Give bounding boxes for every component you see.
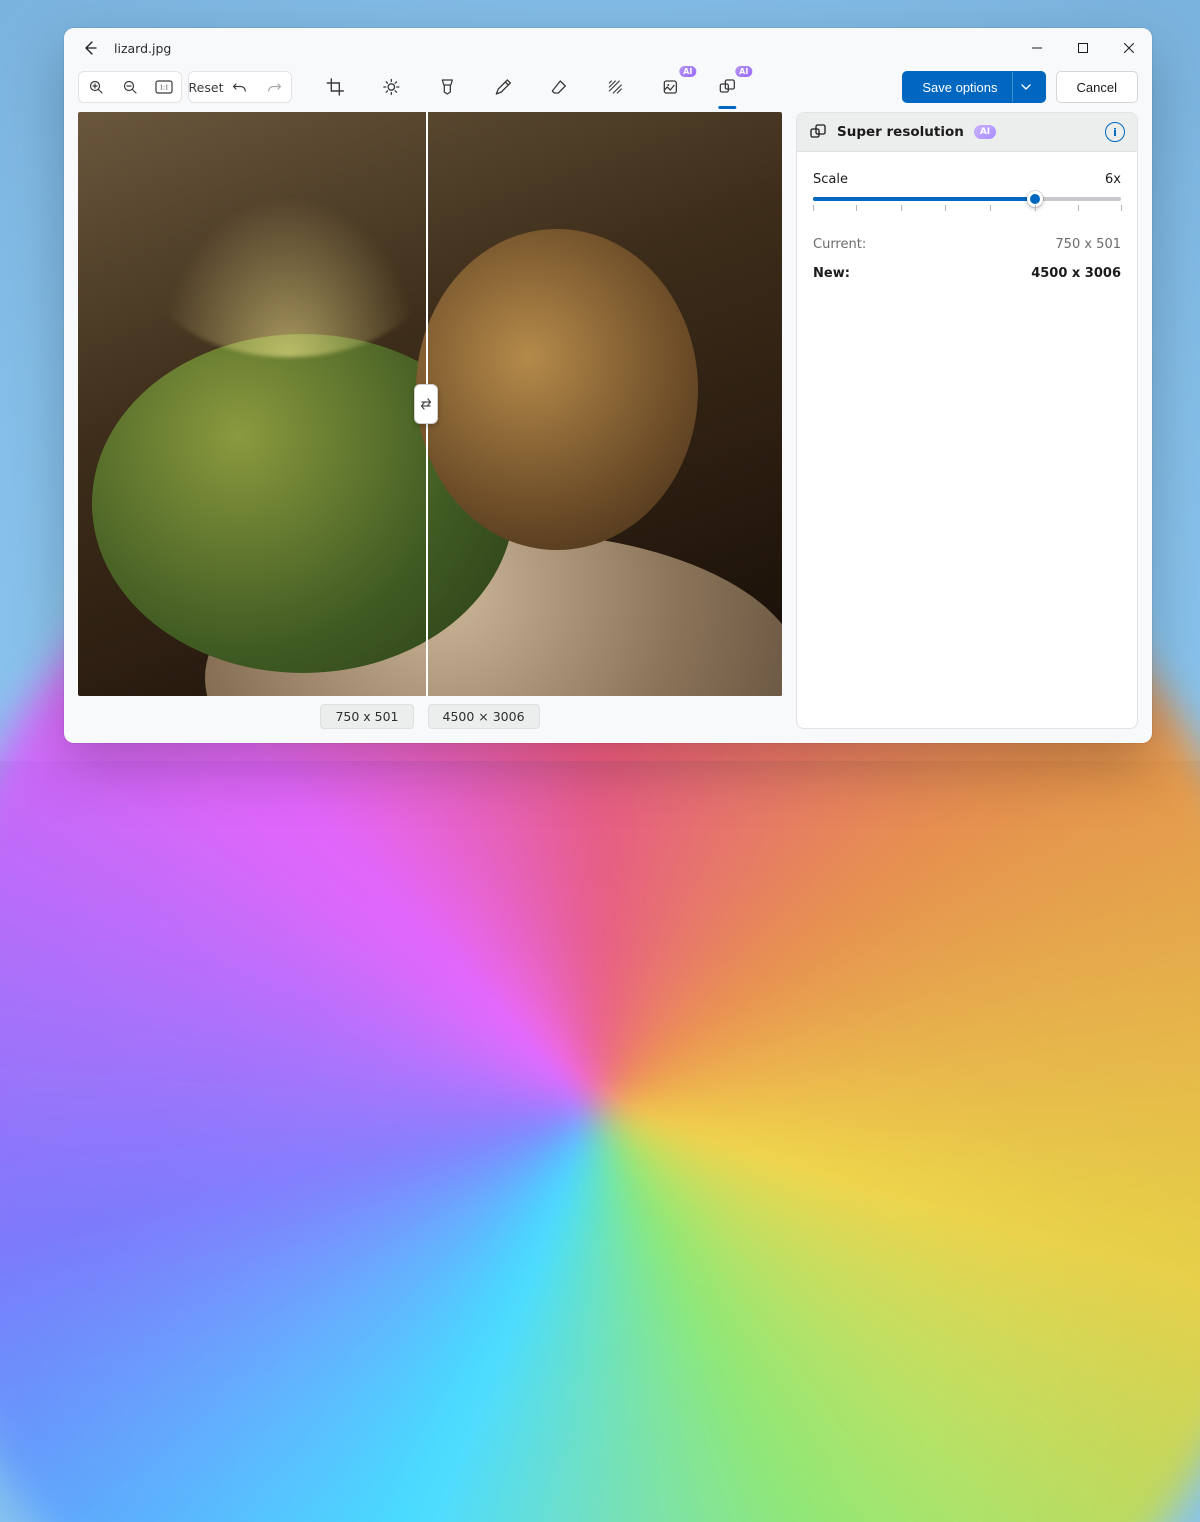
current-row: Current: 750 x 501 [813,237,1121,252]
scale-row: Scale 6x [813,172,1121,187]
fit-button[interactable]: 1:1 [147,72,181,102]
adjust-tool[interactable] [374,70,408,104]
toolbar-right-actions: Save options Cancel [902,71,1138,103]
toolbar: 1:1 Reset AI AI Save options [64,68,1152,112]
zoom-out-button[interactable] [113,72,147,102]
current-label: Current: [813,237,866,252]
save-options-button[interactable]: Save options [902,71,1045,103]
photos-editor-window: lizard.jpg 1:1 Reset AI [64,28,1152,743]
title-filename: lizard.jpg [114,41,171,56]
crop-tool[interactable] [318,70,352,104]
current-value: 750 x 501 [1055,237,1121,252]
zoom-cluster: 1:1 [78,71,182,103]
info-button[interactable]: i [1105,122,1125,142]
brightness-icon [382,78,400,96]
crop-icon [326,78,344,96]
image-sparkle-icon [662,78,680,96]
cancel-button[interactable]: Cancel [1056,71,1138,103]
window-controls [1014,28,1152,68]
ai-pill: AI [974,125,996,139]
filter-tool[interactable] [430,70,464,104]
chevron-down-icon [1021,82,1031,92]
arrow-left-icon [82,40,98,56]
edit-tools: AI AI [318,70,744,104]
slider-ticks [813,205,1121,213]
scale-value: 6x [1105,172,1121,187]
panel-title: Super resolution [837,124,964,140]
image-canvas[interactable] [78,112,782,696]
canvas-column: 750 x 501 4500 × 3006 [78,112,782,729]
save-options-label: Save options [908,80,1011,95]
dimension-labels: 750 x 501 4500 × 3006 [78,704,782,729]
compare-handle[interactable] [414,384,438,424]
swap-horizontal-icon [419,397,433,411]
zoom-out-icon [122,79,138,95]
zoom-in-icon [88,79,104,95]
slider-fill [813,197,1035,201]
new-label: New: [813,266,850,281]
erase-tool[interactable] [542,70,576,104]
zoom-in-button[interactable] [79,72,113,102]
scale-icon [809,123,827,141]
filter-icon [439,78,455,96]
ai-badge-icon: AI [679,66,696,77]
new-value: 4500 x 3006 [1031,266,1121,281]
generative-tool[interactable]: AI [654,70,688,104]
slider-track [813,197,1121,201]
upscaled-dimension-chip: 4500 × 3006 [428,704,540,729]
new-row: New: 4500 x 3006 [813,266,1121,281]
scale-icon [718,78,736,96]
svg-text:1:1: 1:1 [160,84,169,92]
maximize-icon [1078,43,1088,53]
pen-icon [494,78,512,96]
scale-slider[interactable] [813,197,1121,213]
save-options-caret[interactable] [1012,72,1040,102]
reset-button[interactable]: Reset [189,72,223,102]
close-button[interactable] [1106,28,1152,68]
main-area: 750 x 501 4500 × 3006 Super resolution A… [64,112,1152,743]
background-icon [606,78,624,96]
panel-body: Scale 6x Current: 750 x 501 [797,152,1137,301]
original-dimension-chip: 750 x 501 [320,704,413,729]
background-tool[interactable] [598,70,632,104]
undo-button[interactable] [223,72,257,102]
super-resolution-panel: Super resolution AI i Scale 6x [796,112,1138,729]
history-cluster: Reset [188,71,292,103]
redo-icon [266,79,282,95]
scale-label: Scale [813,172,848,187]
eraser-icon [550,78,568,96]
close-icon [1124,43,1134,53]
maximize-button[interactable] [1060,28,1106,68]
back-button[interactable] [72,32,108,64]
panel-header: Super resolution AI i [797,113,1137,152]
undo-icon [232,79,248,95]
redo-button[interactable] [257,72,291,102]
minimize-icon [1032,43,1042,53]
titlebar: lizard.jpg [64,28,1152,68]
super-resolution-tool[interactable]: AI [710,70,744,104]
fit-icon: 1:1 [155,80,173,94]
minimize-button[interactable] [1014,28,1060,68]
ai-badge-icon: AI [735,66,752,77]
markup-tool[interactable] [486,70,520,104]
